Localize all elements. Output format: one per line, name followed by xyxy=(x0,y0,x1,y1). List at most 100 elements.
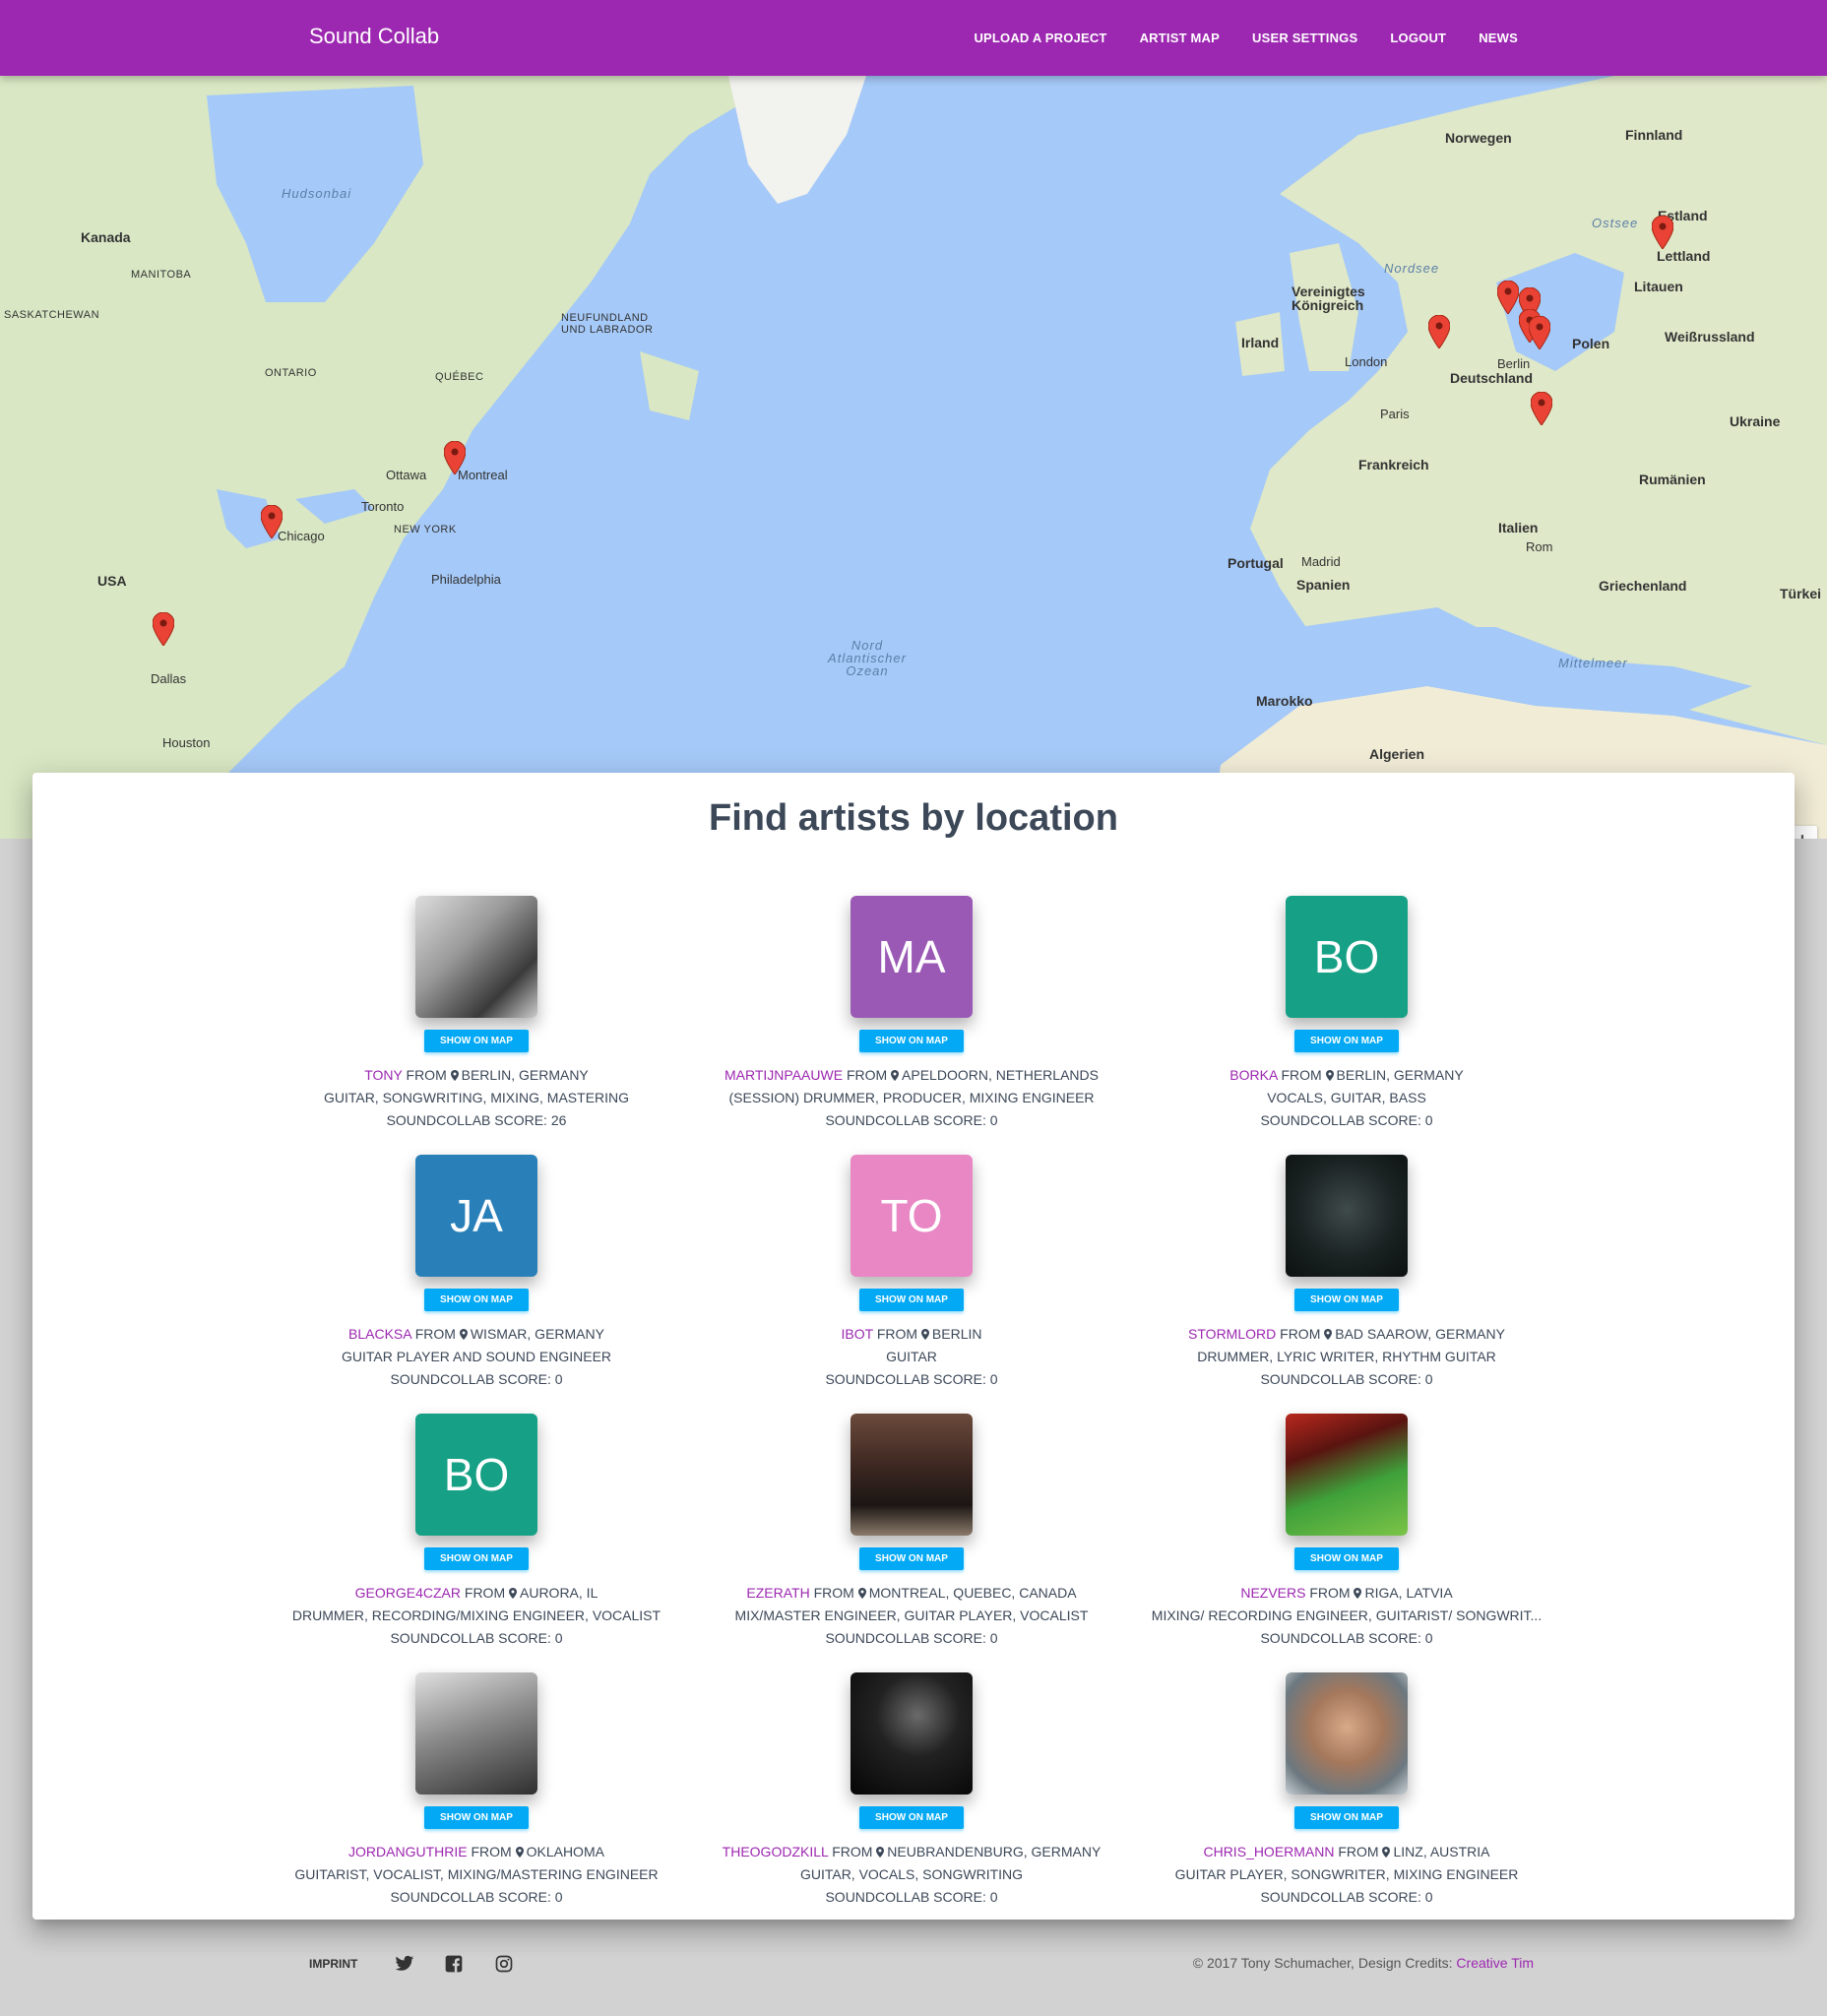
artist-skills: VOCALS, GUITAR, BASS xyxy=(1267,1090,1426,1105)
artist-username-link[interactable]: CHRIS_HOERMANN xyxy=(1203,1844,1334,1859)
artist-score: SOUNDCOLLAB SCORE: 0 xyxy=(825,1889,998,1905)
map-pin-aurora[interactable] xyxy=(261,505,283,538)
artist-avatar[interactable] xyxy=(415,1672,537,1795)
nav-upload-project[interactable]: UPLOAD A PROJECT xyxy=(974,31,1106,45)
artist-skills: DRUMMER, LYRIC WRITER, RHYTHM GUITAR xyxy=(1197,1349,1496,1364)
show-on-map-button[interactable]: SHOW ON MAP xyxy=(424,1030,529,1052)
from-label: FROM xyxy=(414,1326,456,1342)
map-label-italien: Italien xyxy=(1498,520,1539,536)
nav-artist-map[interactable]: ARTIST MAP xyxy=(1140,31,1220,45)
zoom-in-button[interactable]: + xyxy=(1796,830,1808,840)
artist-score: SOUNDCOLLAB SCORE: 0 xyxy=(825,1112,998,1128)
artist-avatar[interactable] xyxy=(1286,1155,1408,1277)
artist-avatar[interactable]: JA xyxy=(415,1155,537,1277)
page-title: Find artists by location xyxy=(709,797,1118,839)
artist-username-link[interactable]: EZERATH xyxy=(746,1585,809,1601)
map-label-marokko: Marokko xyxy=(1256,693,1313,709)
artist-skills: GUITAR PLAYER, SONGWRITER, MIXING ENGINE… xyxy=(1174,1866,1519,1882)
map-label-nordsee: Nordsee xyxy=(1384,261,1440,276)
show-on-map-button[interactable]: SHOW ON MAP xyxy=(1294,1806,1399,1829)
artist-avatar[interactable]: MA xyxy=(850,896,973,1018)
footer-copyright: © 2017 Tony Schumacher, Design Credits: … xyxy=(1193,1955,1534,1971)
show-on-map-button[interactable]: SHOW ON MAP xyxy=(424,1547,529,1570)
artist-card: SHOW ON MAP TONY FROM BERLIN, GERMANY GUIT… xyxy=(230,896,723,1132)
artist-avatar[interactable] xyxy=(1286,1414,1408,1536)
artist-username-link[interactable]: MARTIJNPAAUWE xyxy=(724,1067,843,1083)
map-label-ukraine: Ukraine xyxy=(1730,413,1781,429)
map-pin-oklahoma[interactable] xyxy=(153,612,174,646)
from-label: FROM xyxy=(406,1067,447,1083)
artist-skills: MIXING/ RECORDING ENGINEER, GUITARIST/ S… xyxy=(1151,1607,1543,1623)
artist-info: THEOGODZKILL FROM NEUBRANDENBURG, GERMAN… xyxy=(665,1841,1158,1909)
map-pin-montreal[interactable] xyxy=(444,441,466,474)
nav-news[interactable]: NEWS xyxy=(1479,31,1518,45)
show-on-map-button[interactable]: SHOW ON MAP xyxy=(424,1806,529,1829)
artist-username-link[interactable]: TONY xyxy=(364,1067,402,1083)
show-on-map-button[interactable]: SHOW ON MAP xyxy=(1294,1289,1399,1311)
from-label: FROM xyxy=(1281,1067,1322,1083)
show-on-map-button[interactable]: SHOW ON MAP xyxy=(859,1547,964,1570)
location-pin-icon xyxy=(509,1588,517,1599)
artist-avatar[interactable]: BO xyxy=(415,1414,537,1536)
artist-username-link[interactable]: IBOT xyxy=(842,1326,873,1342)
map-pin-linz[interactable] xyxy=(1531,392,1552,425)
map-label-ozean: Nord Atlantischer Ozean xyxy=(828,638,907,678)
artist-location: AURORA, IL xyxy=(520,1585,598,1601)
artist-skills: (SESSION) DRUMMER, PRODUCER, MIXING ENGI… xyxy=(728,1090,1095,1105)
map-pin-wismar[interactable] xyxy=(1497,281,1519,314)
facebook-icon[interactable] xyxy=(444,1954,464,1974)
map-label-mittelmeer: Mittelmeer xyxy=(1558,656,1628,670)
show-on-map-button[interactable]: SHOW ON MAP xyxy=(859,1289,964,1311)
artist-avatar[interactable] xyxy=(850,1414,973,1536)
artist-username-link[interactable]: STORMLORD xyxy=(1188,1326,1276,1342)
brand-logo[interactable]: Sound Collab xyxy=(309,24,439,49)
artist-username-link[interactable]: BORKA xyxy=(1229,1067,1277,1083)
artist-username-link[interactable]: JORDANGUTHRIE xyxy=(348,1844,468,1859)
location-pin-icon xyxy=(920,1329,929,1340)
show-on-map-button[interactable]: SHOW ON MAP xyxy=(859,1030,964,1052)
artist-avatar[interactable]: BO xyxy=(1286,896,1408,1018)
creative-tim-link[interactable]: Creative Tim xyxy=(1456,1955,1534,1971)
map-label-lettland: Lettland xyxy=(1657,248,1711,264)
artist-info: MARTIJNPAAUWE FROM APELDOORN, NETHERLAND… xyxy=(665,1064,1158,1132)
twitter-icon[interactable] xyxy=(395,1954,414,1974)
map-label-turkei: Türkei xyxy=(1780,586,1822,601)
show-on-map-button[interactable]: SHOW ON MAP xyxy=(1294,1547,1399,1570)
map-label-kanada: Kanada xyxy=(81,229,131,245)
map-label-weissrussland: Weißrussland xyxy=(1665,329,1755,345)
show-on-map-button[interactable]: SHOW ON MAP xyxy=(1294,1030,1399,1052)
nav-user-settings[interactable]: USER SETTINGS xyxy=(1252,31,1357,45)
artist-info: TONY FROM BERLIN, GERMANY GUITAR, SONGWRI… xyxy=(230,1064,723,1132)
artist-avatar[interactable] xyxy=(850,1672,973,1795)
artist-avatar[interactable] xyxy=(1286,1672,1408,1795)
from-label: FROM xyxy=(1280,1326,1321,1342)
from-label: FROM xyxy=(813,1585,854,1601)
artist-location: MONTREAL, QUEBEC, CANADA xyxy=(868,1585,1077,1601)
nav-logout[interactable]: LOGOUT xyxy=(1390,31,1446,45)
location-pin-icon xyxy=(1325,1070,1334,1081)
show-on-map-button[interactable]: SHOW ON MAP xyxy=(424,1289,529,1311)
artist-location: RIGA, LATVIA xyxy=(1364,1585,1453,1601)
artist-username-link[interactable]: THEOGODZKILL xyxy=(723,1844,829,1859)
map-label-manitoba: MANITOBA xyxy=(131,269,192,281)
from-label: FROM xyxy=(471,1844,512,1859)
show-on-map-button[interactable]: SHOW ON MAP xyxy=(859,1806,964,1829)
artist-username-link[interactable]: BLACKSA xyxy=(348,1326,411,1342)
from-label: FROM xyxy=(832,1844,873,1859)
artist-score: SOUNDCOLLAB SCORE: 0 xyxy=(390,1630,563,1646)
artist-avatar[interactable] xyxy=(415,896,537,1018)
map-pin-apeldoorn[interactable] xyxy=(1428,315,1450,348)
artist-headline: TONY FROM BERLIN, GERMANY xyxy=(230,1064,723,1087)
artist-score: SOUNDCOLLAB SCORE: 0 xyxy=(1260,1112,1433,1128)
map-pin-bad-saarow[interactable] xyxy=(1529,316,1550,349)
instagram-icon[interactable] xyxy=(494,1954,514,1974)
artist-headline: BORKA FROM BERLIN, GERMANY xyxy=(1101,1064,1593,1087)
artist-avatar[interactable]: TO xyxy=(850,1155,973,1277)
artist-username-link[interactable]: GEORGE4CZAR xyxy=(355,1585,461,1601)
map-pin-riga[interactable] xyxy=(1652,216,1673,249)
avatar-initials: BO xyxy=(443,1449,510,1500)
map-label-irland: Irland xyxy=(1241,335,1280,350)
footer-imprint-link[interactable]: IMPRINT xyxy=(309,1957,357,1971)
artist-map[interactable]: Hudsonbai Kanada MANITOBA SASKATCHEWAN O… xyxy=(0,76,1827,839)
artist-username-link[interactable]: NEZVERS xyxy=(1240,1585,1305,1601)
